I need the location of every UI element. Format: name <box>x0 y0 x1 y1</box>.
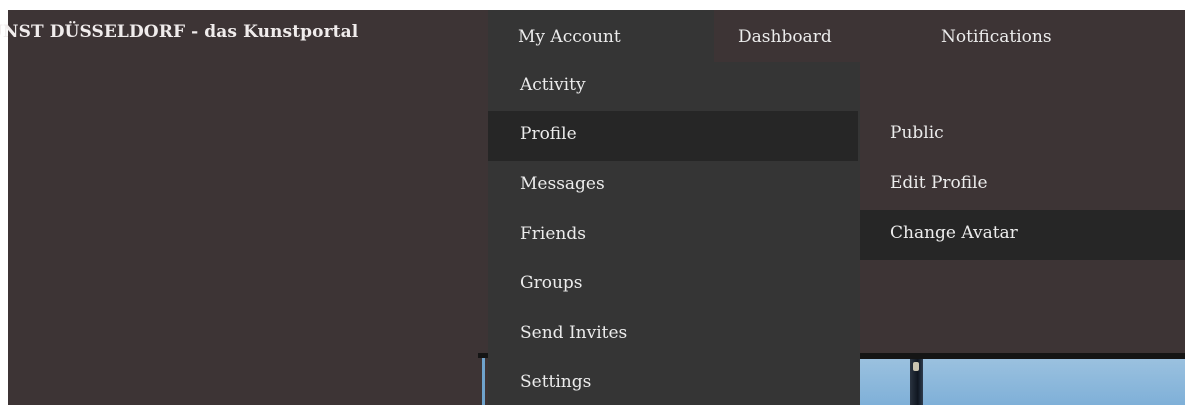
menu-item-send-invites-label: Send Invites <box>520 323 628 343</box>
nav-notifications-label: Notifications <box>941 27 1052 47</box>
submenu-item-change-avatar-label: Change Avatar <box>890 223 1018 243</box>
menu-item-activity[interactable]: Activity <box>488 62 858 112</box>
menu-item-settings-label: Settings <box>520 372 592 392</box>
nav-my-account[interactable]: My Account <box>488 10 714 62</box>
submenu-item-change-avatar[interactable]: Change Avatar <box>860 210 1185 260</box>
content-edge-accent <box>482 358 485 405</box>
site-title[interactable]: UNST DÜSSELDORF - das Kunstportal <box>0 22 358 42</box>
submenu-item-edit-profile-label: Edit Profile <box>890 173 988 193</box>
menu-item-groups-label: Groups <box>520 273 583 293</box>
submenu-item-public-label: Public <box>890 123 944 143</box>
page-frame: UNST DÜSSELDORF - das Kunstportal My Acc… <box>0 0 1185 405</box>
menu-item-send-invites[interactable]: Send Invites <box>488 310 858 360</box>
nav-dashboard-label: Dashboard <box>738 27 832 47</box>
menu-item-profile-label: Profile <box>520 124 577 144</box>
nav-dashboard[interactable]: Dashboard <box>714 10 884 62</box>
menu-item-friends-label: Friends <box>520 224 586 244</box>
menu-item-groups[interactable]: Groups <box>488 260 858 310</box>
nav-notifications[interactable]: Notifications <box>884 10 1114 62</box>
header-photo <box>860 353 1185 405</box>
nav-my-account-label: My Account <box>518 27 621 47</box>
submenu-item-edit-profile[interactable]: Edit Profile <box>860 160 1185 210</box>
submenu-item-public[interactable]: Public <box>860 110 1185 160</box>
menu-item-settings[interactable]: Settings <box>488 359 858 405</box>
menu-item-messages-label: Messages <box>520 174 605 194</box>
menu-item-activity-label: Activity <box>520 75 586 95</box>
menu-item-friends[interactable]: Friends <box>488 211 858 261</box>
menu-item-messages[interactable]: Messages <box>488 161 858 211</box>
photo-top-band <box>860 353 1185 359</box>
menu-item-profile[interactable]: Profile <box>488 111 858 161</box>
photo-pole-tag <box>913 362 919 371</box>
